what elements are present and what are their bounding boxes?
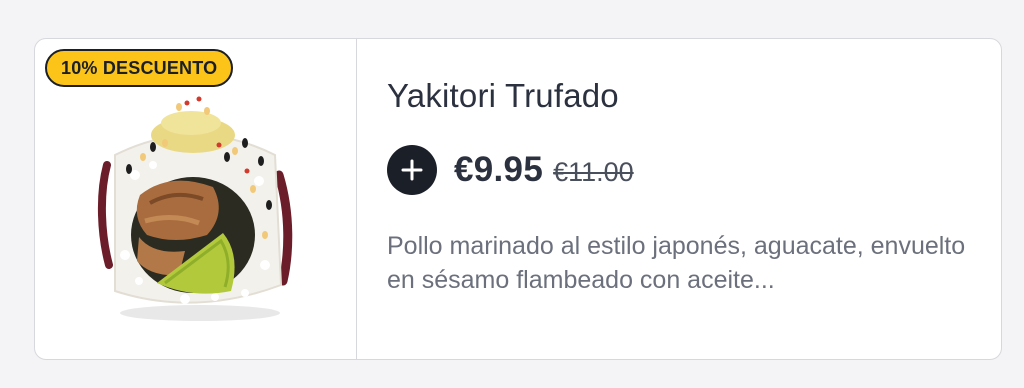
- product-info: Yakitori Trufado €9.95 €11.00 Pollo mari…: [357, 39, 1001, 359]
- discount-badge: 10% DESCUENTO: [45, 49, 234, 87]
- product-title[interactable]: Yakitori Trufado: [387, 77, 987, 115]
- product-card[interactable]: 10% DESCUENTO Yakitori Trufado €9.95 €11…: [34, 38, 1002, 360]
- product-image-pane[interactable]: 10% DESCUENTO: [35, 39, 357, 359]
- sushi-roll-image: [97, 96, 293, 321]
- product-description: Pollo marinado al estilo japonés, aguaca…: [387, 232, 966, 294]
- plus-icon: [401, 159, 423, 181]
- original-price: €11.00: [553, 156, 634, 187]
- add-to-cart-button[interactable]: [387, 145, 437, 195]
- price-row: €9.95 €11.00: [387, 145, 987, 195]
- current-price: €9.95: [454, 150, 544, 189]
